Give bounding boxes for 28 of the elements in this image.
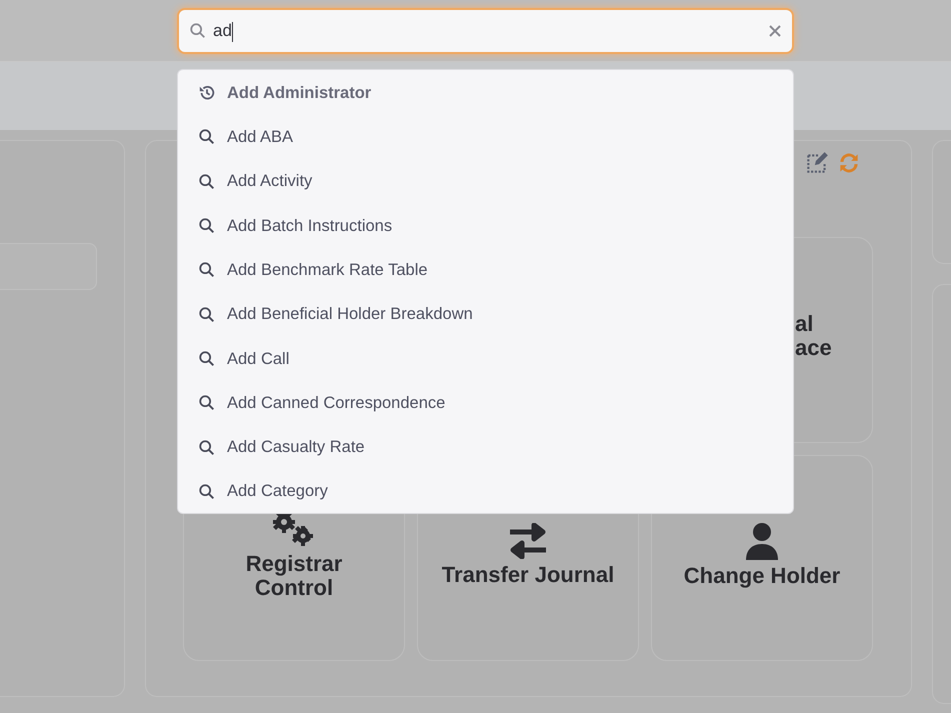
search-icon: [198, 438, 216, 457]
search-field[interactable]: ad: [177, 8, 794, 54]
suggestion-item[interactable]: Add Canned Correspondence: [178, 381, 793, 426]
search-text: ad: [213, 20, 234, 44]
tile-label: Registrar Control: [246, 552, 342, 600]
person-icon: [745, 522, 779, 560]
search-icon: [198, 128, 216, 146]
search-icon: [198, 482, 216, 501]
search-icon: [198, 350, 216, 368]
tile-label: al ace: [795, 312, 832, 360]
tile-label: Transfer Journal: [442, 563, 614, 587]
search-icon: [198, 217, 216, 236]
suggestion-item[interactable]: Add Beneficial Holder Breakdown: [178, 292, 793, 337]
search-icon: [198, 394, 216, 412]
transfer-icon: [508, 523, 548, 559]
suggestion-item[interactable]: Add Benchmark Rate Table: [178, 248, 793, 292]
tile-label: Change Holder: [684, 564, 840, 588]
search-icon: [189, 22, 207, 40]
clear-icon[interactable]: [768, 24, 782, 38]
history-icon: [198, 84, 216, 102]
search-icon: [198, 172, 216, 191]
suggestion-item[interactable]: Add Call: [178, 336, 793, 382]
search-icon: [198, 261, 216, 280]
suggestion-item[interactable]: Add Activity: [178, 160, 793, 204]
suggestion-item[interactable]: Add Administrator: [178, 71, 793, 116]
suggestion-item[interactable]: Add Batch Instructions: [178, 204, 793, 248]
search-icon: [198, 306, 216, 324]
suggestion-item[interactable]: Add ABA: [178, 115, 793, 160]
